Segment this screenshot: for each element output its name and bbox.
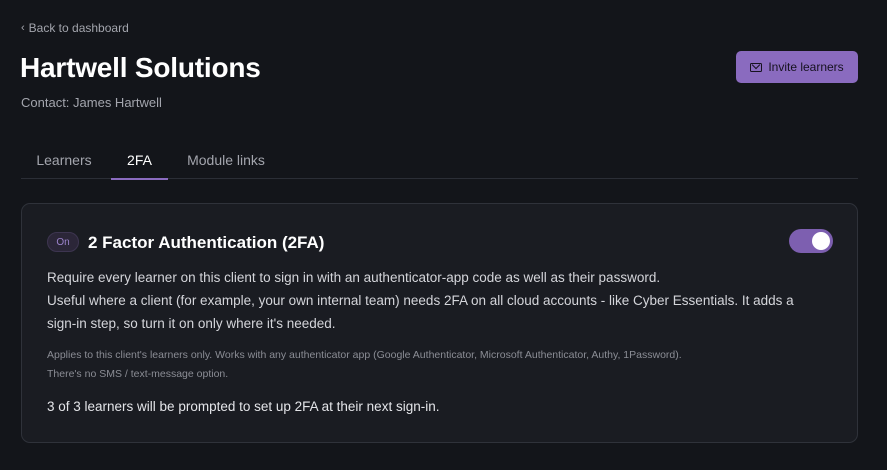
back-link-label: Back to dashboard (28, 21, 129, 35)
prompt-count-text: 3 of 3 learners will be prompted to set … (47, 399, 440, 414)
description-line: Useful where a client (for example, your… (47, 293, 794, 331)
status-badge: On (47, 232, 79, 252)
note-line: Applies to this client's learners only. … (47, 349, 682, 361)
twofa-card: On 2 Factor Authentication (2FA) Require… (21, 203, 858, 443)
mail-icon (750, 62, 763, 72)
chevron-left-icon: ‹ (21, 22, 25, 34)
tab-module-links[interactable]: Module links (173, 140, 279, 179)
contact-text: Contact: James Hartwell (21, 95, 162, 110)
tab-bar: Learners 2FA Module links (21, 140, 858, 180)
twofa-toggle[interactable] (789, 229, 833, 253)
twofa-description: Require every learner on this client to … (47, 266, 807, 335)
tab-2fa[interactable]: 2FA (111, 140, 168, 180)
client-page: ‹ Back to dashboard Hartwell Solutions C… (0, 0, 887, 470)
back-to-dashboard-link[interactable]: ‹ Back to dashboard (21, 21, 129, 35)
note-line: There's no SMS / text-message option. (47, 368, 229, 380)
tab-learners[interactable]: Learners (21, 140, 107, 179)
invite-learners-button[interactable]: Invite learners (736, 51, 858, 83)
toggle-knob (812, 232, 830, 250)
page-title: Hartwell Solutions (20, 52, 261, 83)
twofa-note: Applies to this client's learners only. … (47, 346, 807, 384)
twofa-title: 2 Factor Authentication (2FA) (88, 233, 325, 252)
invite-learners-label: Invite learners (768, 60, 844, 74)
description-line: Require every learner on this client to … (47, 270, 661, 285)
